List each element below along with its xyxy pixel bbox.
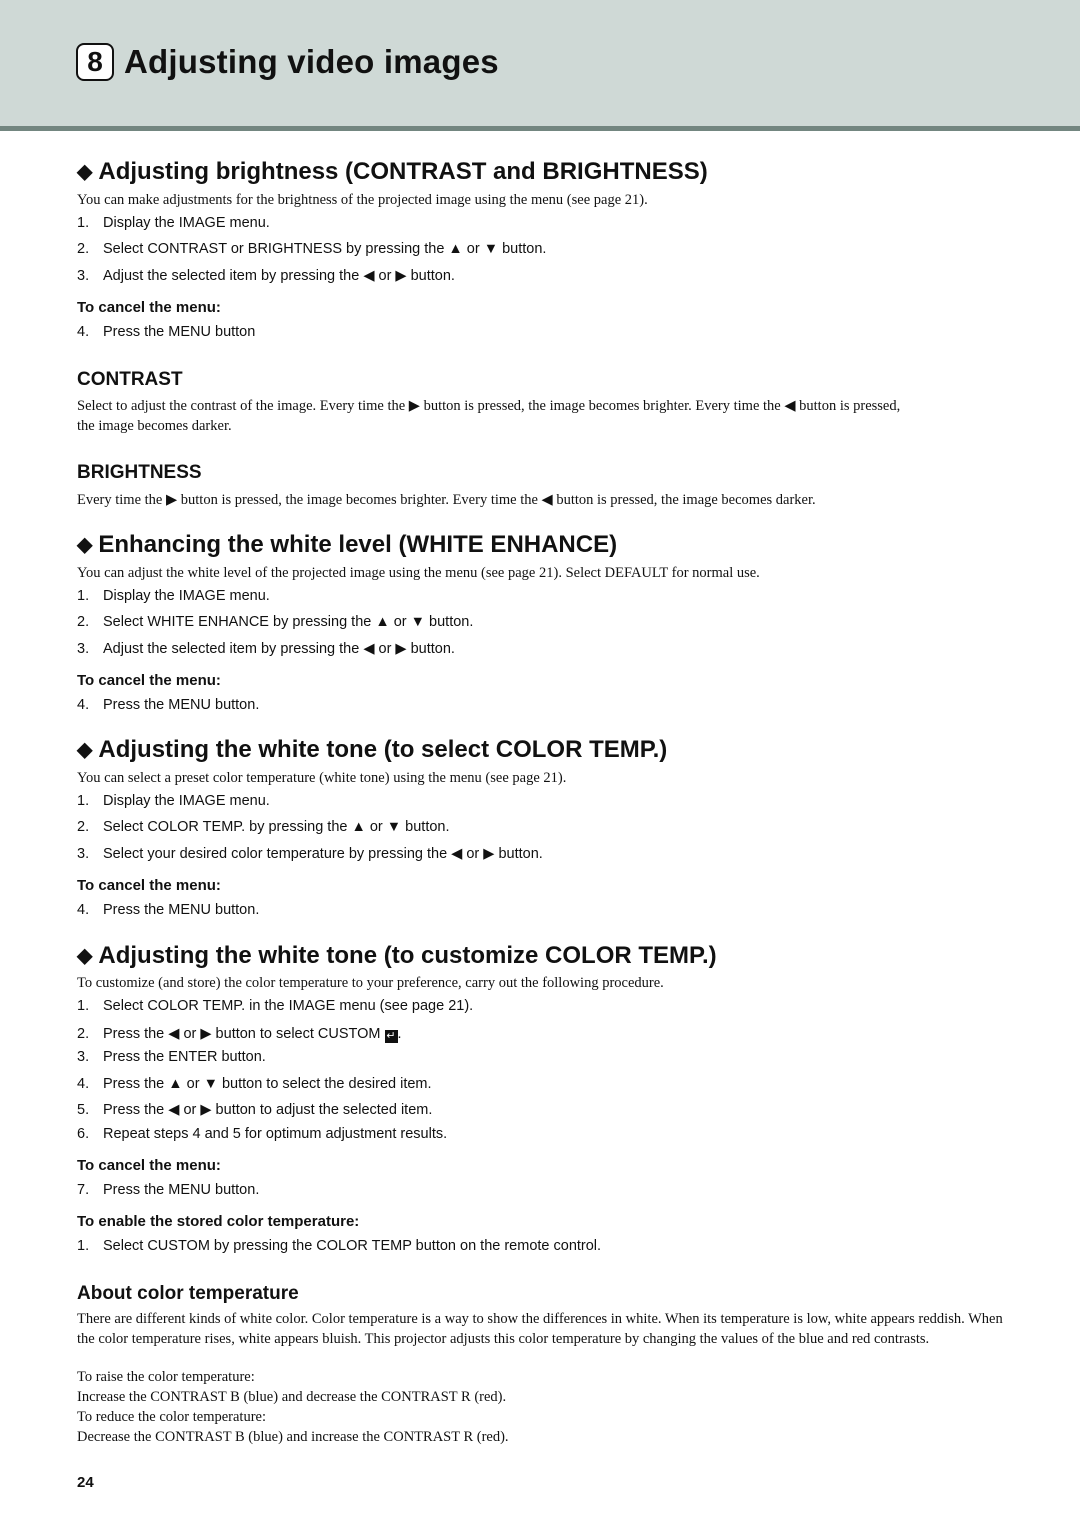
brightness-description: Every time the ▶ button is pressed, the … [77,492,816,508]
enter-key-icon: ↵ [384,1030,398,1043]
section-title: Adjusting brightness (CONTRAST and BRIGH… [98,158,708,185]
step-text: Select COLOR TEMP. in the IMAGE menu (se… [103,998,474,1014]
step-number: 4. [77,1076,90,1092]
step-number: 4. [77,697,90,713]
step-number: 1. [77,1238,90,1254]
step-text: Press the ▲ or ▼ button to select the de… [103,1076,432,1092]
step-text: Repeat steps 4 and 5 for optimum adjustm… [103,1126,448,1142]
step-item: 3. Adjust the selected item by pressing t… [77,641,455,657]
step-text: Press the MENU button. [103,1182,260,1198]
step-text: Display the IMAGE menu. [103,215,270,231]
cancel-menu-label: To cancel the menu: [77,299,221,316]
contrast-description-cont: the image becomes darker. [77,418,232,434]
step-item: 4. Press the MENU button. [77,902,259,918]
cancel-menu-label: To cancel the menu: [77,877,221,894]
step-text: Press the MENU button [103,324,256,340]
step-text: Press the ◀ or ▶ button to select CUSTOM [103,1026,381,1042]
step-item: 4. Press the MENU button. [77,697,259,713]
step-text: Press the ENTER button. [103,1049,266,1065]
step-text: Press the MENU button. [103,697,260,713]
step-item: 1. Select COLOR TEMP. in the IMAGE menu (… [77,998,473,1014]
step-number: 1. [77,793,90,809]
chapter-title: Adjusting video images [124,43,499,80]
step-item: 1. Display the IMAGE menu. [77,793,270,809]
about-line: To reduce the color temperature: [77,1409,267,1425]
step-number: 3. [77,1049,90,1065]
step-item: 3. Select your desired color temperature … [77,846,543,862]
step-item: 1. Display the IMAGE menu. [77,588,270,604]
step-number: 2. [77,241,90,257]
about-line: Increase the CONTRAST B (blue) and decre… [77,1389,507,1405]
step-text: Adjust the selected item by pressing the… [103,641,455,657]
step-number: 6. [77,1126,90,1142]
section-title: Adjusting the white tone (to customize C… [98,942,717,969]
enable-stored-label: To enable the stored color temperature: [77,1213,360,1230]
step-text: Display the IMAGE menu. [103,793,270,809]
contrast-heading: CONTRAST [77,369,183,390]
step-item: 2. Press the ◀ or ▶ button to select CUST… [77,1026,402,1043]
step-text: Adjust the selected item by pressing the… [103,268,455,284]
step-number: 4. [77,902,90,918]
step-item: 1. Select CUSTOM by pressing the COLOR TE… [77,1238,601,1254]
step-item: 5. Press the ◀ or ▶ button to adjust the … [77,1102,432,1118]
contrast-description: Select to adjust the contrast of the ima… [77,398,901,414]
step-item: 2. Select WHITE ENHANCE by pressing the ▲… [77,614,473,630]
cancel-menu-label: To cancel the menu: [77,1157,221,1174]
diamond-bullet-icon: ◆ [77,739,93,761]
step-number: 1. [77,215,90,231]
section-heading-brightness: ◆ Adjusting brightness (CONTRAST and BRIG… [77,158,708,186]
step-number: 1. [77,998,90,1014]
step-item: 7. Press the MENU button. [77,1182,259,1198]
section-heading-white-enhance: ◆ Enhancing the white level (WHITE ENHANC… [77,531,617,559]
section-title: Enhancing the white level (WHITE ENHANCE… [98,531,618,558]
chapter-number-badge: 8 [76,43,114,81]
step-number: 2. [77,1026,90,1042]
step-item: 3. Adjust the selected item by pressing t… [77,268,455,284]
section-intro: You can select a preset color temperatur… [77,770,567,786]
header-divider [0,126,1080,131]
step-item: 4. Press the ▲ or ▼ button to select the … [77,1076,432,1092]
about-heading: About color temperature [77,1283,299,1304]
step-number: 2. [77,614,90,630]
step-number: 4. [77,324,90,340]
section-intro: To customize (and store) the color tempe… [77,975,664,991]
step-text: Select your desired color temperature by… [103,846,543,862]
step-suffix: . [397,1026,402,1042]
step-text: Select CUSTOM by pressing the COLOR TEMP… [103,1238,602,1254]
step-item: 1. Display the IMAGE menu. [77,215,270,231]
step-text: Select COLOR TEMP. by pressing the ▲ or … [103,819,450,835]
step-number: 7. [77,1182,90,1198]
step-number: 5. [77,1102,90,1118]
step-item: 6. Repeat steps 4 and 5 for optimum adjus… [77,1126,447,1142]
diamond-bullet-icon: ◆ [77,161,93,183]
section-intro: You can adjust the white level of the pr… [77,565,760,581]
about-line: To raise the color temperature: [77,1369,255,1385]
step-text: Select CONTRAST or BRIGHTNESS by pressin… [103,241,547,257]
step-number: 3. [77,846,90,862]
about-paragraph: There are different kinds of white color… [77,1311,1003,1347]
step-text: Select WHITE ENHANCE by pressing the ▲ o… [103,614,474,630]
section-title: Adjusting the white tone (to select COLO… [98,736,668,763]
step-text: Display the IMAGE menu. [103,588,270,604]
step-number: 3. [77,268,90,284]
step-item: 4. Press the MENU button [77,324,255,340]
section-heading-select-color-temp: ◆ Adjusting the white tone (to select COL… [77,736,667,764]
section-intro: You can make adjustments for the brightn… [77,192,648,208]
section-heading-customize-color-temp: ◆ Adjusting the white tone (to customize … [77,942,717,970]
cancel-menu-label: To cancel the menu: [77,672,221,689]
step-number: 2. [77,819,90,835]
diamond-bullet-icon: ◆ [77,945,93,967]
step-number: 3. [77,641,90,657]
page-number: 24 [77,1474,94,1491]
step-text: Press the ◀ or ▶ button to adjust the se… [103,1102,433,1118]
step-number: 1. [77,588,90,604]
step-item: 3. Press the ENTER button. [77,1049,266,1065]
step-text: Press the MENU button. [103,902,260,918]
step-item: 2. Select CONTRAST or BRIGHTNESS by press… [77,241,546,257]
about-line: Decrease the CONTRAST B (blue) and incre… [77,1429,509,1445]
diamond-bullet-icon: ◆ [77,534,93,556]
brightness-heading: BRIGHTNESS [77,462,202,483]
step-item: 2. Select COLOR TEMP. by pressing the ▲ o… [77,819,450,835]
chapter-heading: 8 Adjusting video images [76,43,499,81]
